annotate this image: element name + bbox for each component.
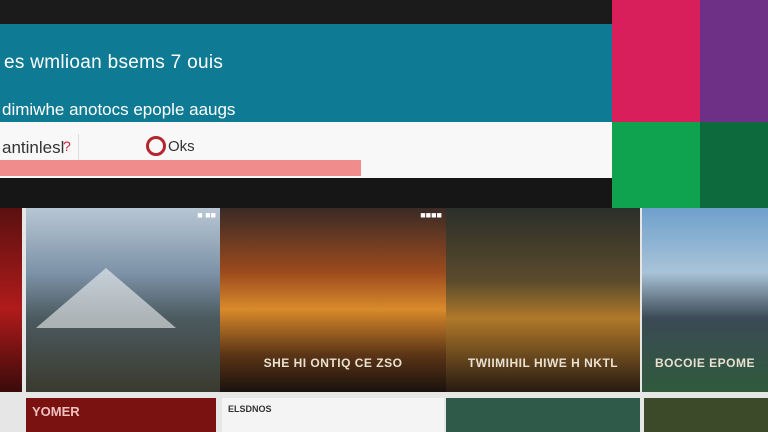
top-dark-bar (0, 0, 612, 24)
card-title: YOMER (32, 404, 80, 419)
card-corner-badge: ■ ■■ (197, 210, 216, 220)
dark-strip (0, 178, 612, 210)
media-card-row2-1[interactable]: ELSDNOS (222, 398, 444, 432)
media-card-row2-0[interactable]: YOMER (26, 398, 216, 432)
nav-item-primary[interactable]: antinlesl (2, 138, 64, 158)
banner-headline: es wmlioan bsems 7 ouis (4, 52, 224, 73)
card-title: SHE HI ONTIQ CE ZSO (263, 356, 403, 370)
hero-banner: es wmlioan bsems 7 ouis dimiwhe anotocs … (0, 24, 612, 122)
media-card-2[interactable]: ■■■■ SHE HI ONTIQ CE ZSO (220, 208, 446, 392)
media-card-4[interactable]: BOCOIE EPOME (642, 208, 768, 392)
banner-subheadline: dimiwhe anotocs epople aaugs (2, 100, 236, 119)
tile-purple[interactable] (700, 0, 768, 122)
card-title: ELSDNOS (228, 404, 272, 414)
media-card-row2-2[interactable] (446, 398, 640, 432)
media-card-3[interactable]: TWIIMIHIL HIWE H NKTL (446, 208, 640, 392)
brand-logo[interactable]: Oks (146, 136, 195, 156)
tile-green[interactable] (612, 122, 700, 208)
card-corner-badge: ■■■■ (420, 210, 442, 220)
tile-dark-green[interactable] (700, 122, 768, 208)
card-title: BOCOIE EPOME (654, 356, 755, 370)
nav-divider (78, 134, 79, 162)
color-tiles (612, 0, 768, 208)
progress-bar (0, 160, 362, 176)
media-card-0[interactable] (0, 208, 22, 392)
logo-ring-icon (146, 136, 166, 156)
media-card-row2-3[interactable] (644, 398, 768, 432)
tile-magenta[interactable] (612, 0, 700, 122)
nav-item-badge: ? (63, 138, 71, 154)
logo-text: Oks (168, 137, 195, 155)
mountain-shape (36, 268, 176, 328)
media-shelf: ■ ■■ ■■■■ SHE HI ONTIQ CE ZSO TWIIMIHIL … (0, 208, 768, 432)
media-card-1[interactable]: ■ ■■ (26, 208, 220, 392)
card-title: TWIIMIHIL HIWE H NKTL (467, 356, 619, 370)
